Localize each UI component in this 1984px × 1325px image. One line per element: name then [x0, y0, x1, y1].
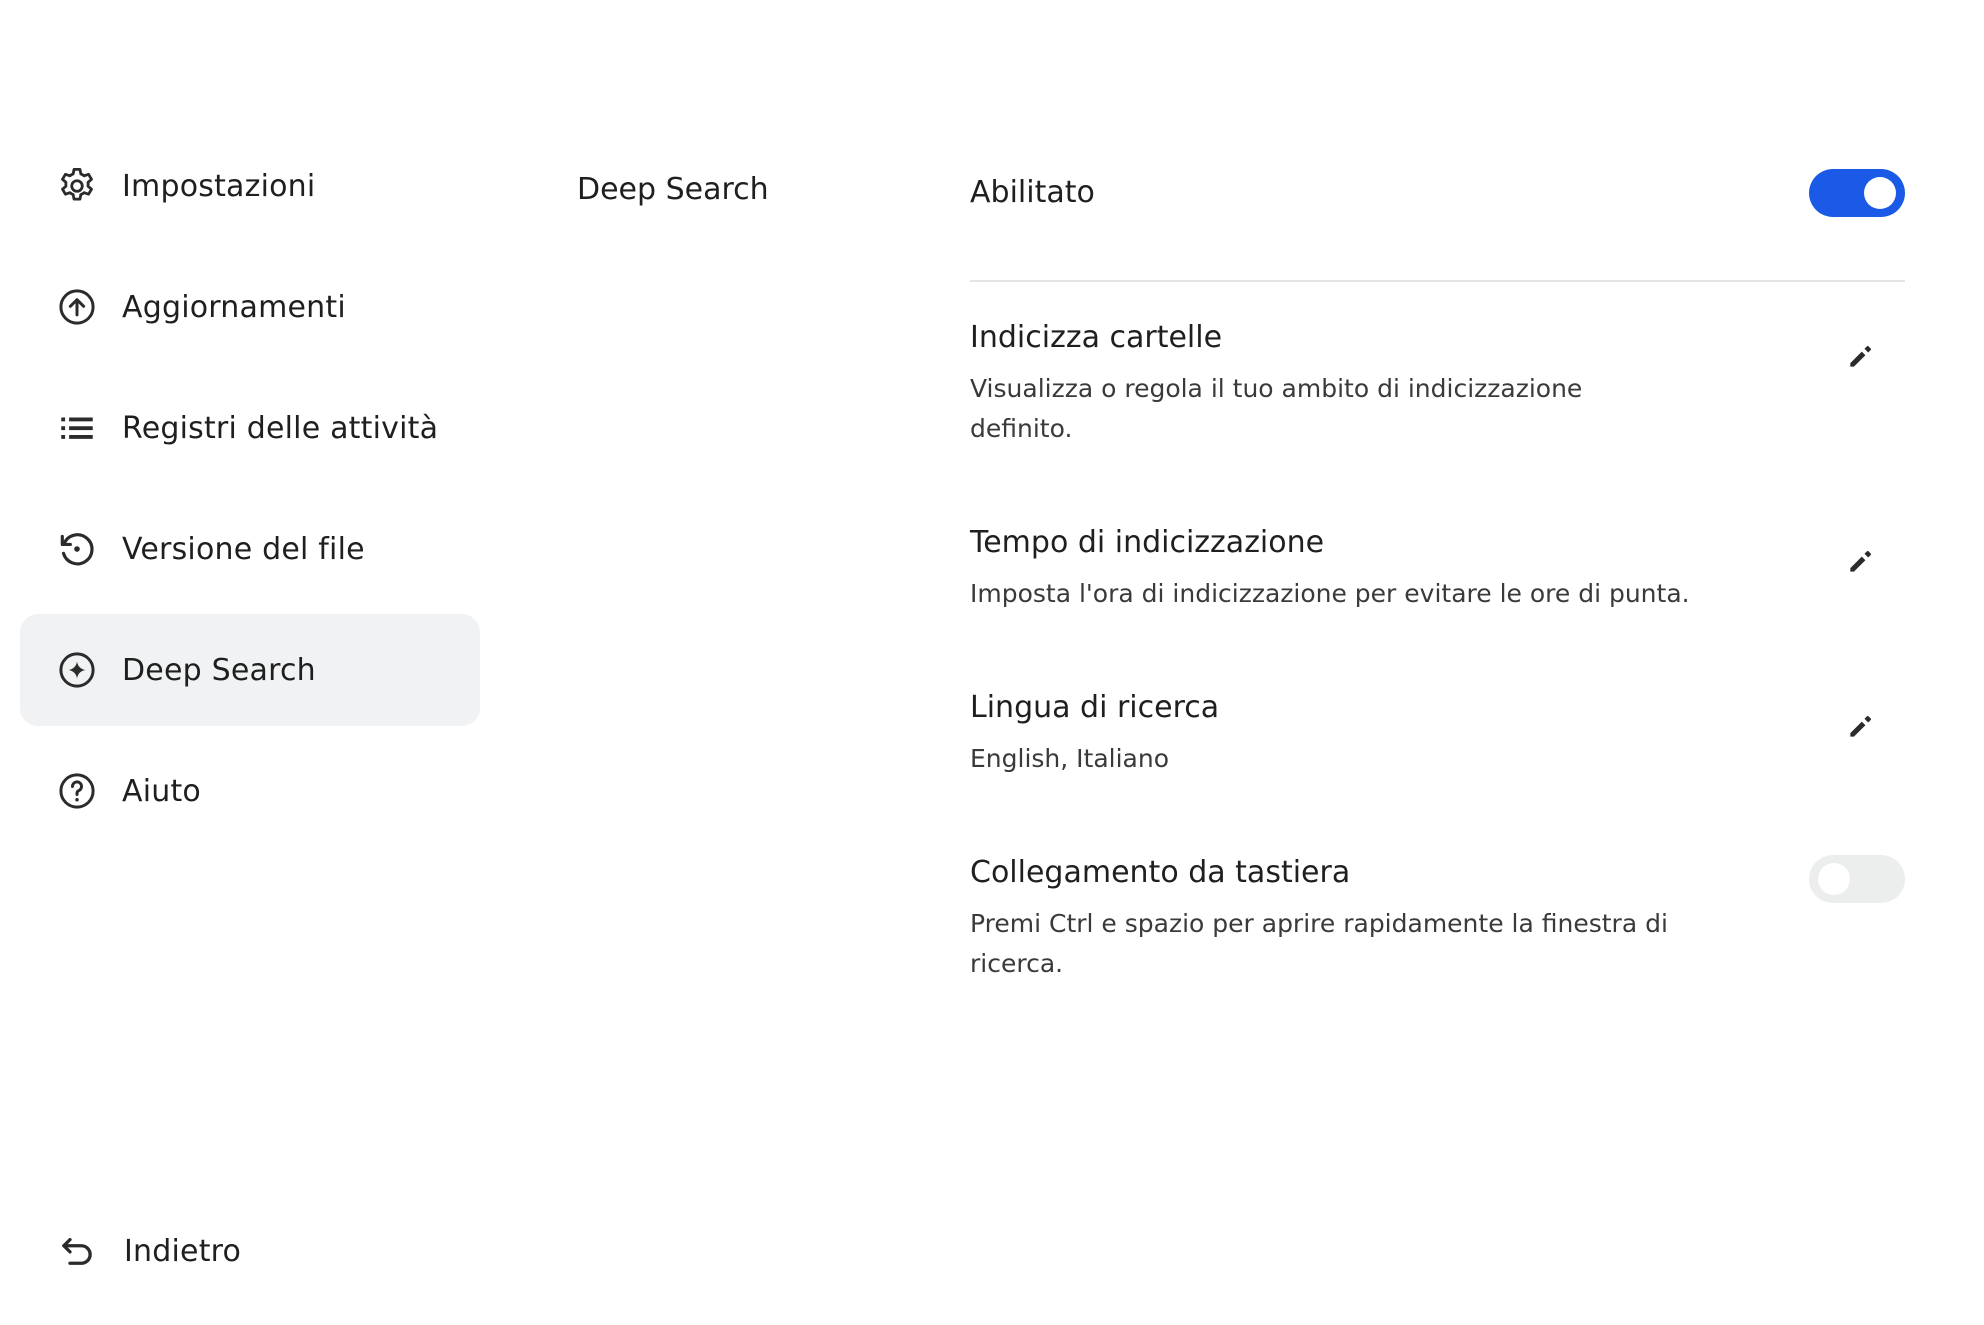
toggle-knob	[1864, 176, 1896, 209]
setting-title: Indicizza cartelle	[970, 320, 1223, 355]
setting-description: Premi Ctrl e spazio per aprire rapidamen…	[970, 909, 1668, 978]
back-arrow-icon	[56, 1230, 98, 1272]
setting-row-tempo-indicizzazione: Tempo di indicizzazione Imposta l'ora di…	[970, 487, 1905, 652]
help-circle-icon	[56, 770, 98, 812]
setting-description: Imposta l'ora di indicizzazione per evit…	[970, 579, 1690, 608]
keyboard-shortcut-toggle[interactable]	[1809, 855, 1905, 903]
setting-row-indicizza-cartelle: Indicizza cartelle Visualizza o regola i…	[970, 282, 1905, 487]
list-icon	[56, 407, 98, 449]
sidebar-item-impostazioni[interactable]: Impostazioni	[20, 130, 480, 242]
sidebar-item-label: Deep Search	[122, 652, 316, 688]
sidebar-item-registri[interactable]: Registri delle attività	[20, 372, 480, 484]
setting-row-lingua-ricerca: Lingua di ricerca English, Italiano	[970, 652, 1905, 817]
upload-circle-icon	[56, 286, 98, 328]
section-title: Deep Search	[577, 172, 769, 207]
back-button[interactable]: Indietro	[56, 1230, 241, 1272]
enabled-label: Abilitato	[970, 175, 1095, 210]
edit-button[interactable]	[1841, 541, 1881, 581]
setting-description: English, Italiano	[970, 744, 1170, 773]
sidebar-item-aiuto[interactable]: Aiuto	[20, 735, 480, 847]
setting-description: Visualizza o regola il tuo ambito di ind…	[970, 374, 1583, 443]
setting-title: Collegamento da tastiera	[970, 855, 1351, 890]
edit-button[interactable]	[1841, 706, 1881, 746]
enabled-row: Abilitato	[970, 145, 1905, 282]
gear-icon	[56, 165, 98, 207]
sidebar-item-label: Aggiornamenti	[122, 289, 346, 325]
sparkle-circle-icon	[56, 649, 98, 691]
toggle-knob	[1818, 863, 1850, 895]
sidebar-item-label: Aiuto	[122, 773, 201, 809]
sidebar: Impostazioni Aggiornamenti Registri dell…	[20, 130, 480, 856]
sidebar-item-aggiornamenti[interactable]: Aggiornamenti	[20, 251, 480, 363]
setting-title: Lingua di ricerca	[970, 690, 1220, 725]
pencil-icon	[1850, 550, 1872, 572]
pencil-icon	[1850, 715, 1872, 737]
setting-title: Tempo di indicizzazione	[970, 525, 1325, 560]
edit-button[interactable]	[1841, 336, 1881, 376]
history-icon	[56, 528, 98, 570]
sidebar-item-label: Impostazioni	[122, 168, 316, 204]
enabled-toggle[interactable]	[1809, 168, 1905, 217]
settings-content: Abilitato Indicizza cartelle Visualizza …	[970, 145, 1905, 1022]
sidebar-item-label: Registri delle attività	[122, 410, 439, 446]
back-label: Indietro	[124, 1233, 242, 1269]
setting-row-collegamento-tastiera: Collegamento da tastiera Premi Ctrl e sp…	[970, 817, 1905, 1022]
sidebar-item-label: Versione del file	[122, 531, 365, 567]
sidebar-item-deep-search[interactable]: Deep Search	[20, 614, 480, 726]
pencil-icon	[1850, 345, 1872, 367]
settings-page: Impostazioni Aggiornamenti Registri dell…	[0, 0, 1984, 1325]
sidebar-item-versione[interactable]: Versione del file	[20, 493, 480, 605]
